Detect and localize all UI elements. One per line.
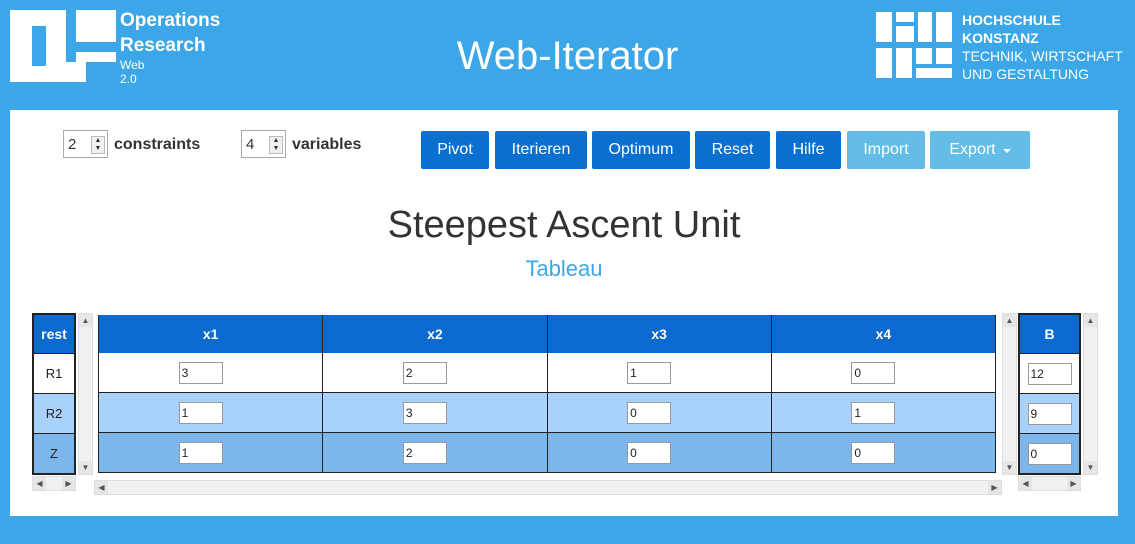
scroll-down-icon[interactable]: ▼ bbox=[1084, 461, 1097, 474]
cell-input[interactable]: 0 bbox=[851, 361, 896, 384]
reset-button[interactable]: Reset bbox=[695, 131, 770, 169]
import-button[interactable]: Import bbox=[847, 131, 925, 169]
table-cell: 0 bbox=[547, 393, 772, 433]
table-cell: 1 bbox=[99, 433, 324, 473]
uni-line-3: TECHNIK, WIRTSCHAFT bbox=[962, 48, 1123, 64]
constraints-spinner[interactable]: 2 ▲ ▼ bbox=[63, 130, 108, 158]
table-cell: 2 bbox=[323, 353, 548, 393]
table-row: 1 2 0 0 bbox=[99, 433, 996, 473]
app-header: Operations Research Web 2.0 Web-Iterator… bbox=[0, 0, 1135, 110]
variables-label: variables bbox=[292, 136, 362, 153]
logo-line-1: Operations bbox=[120, 10, 221, 31]
scroll-down-icon[interactable]: ▼ bbox=[79, 461, 92, 474]
table-cell: 2 bbox=[323, 433, 548, 473]
row-label-column: rest R1 R2 Z bbox=[32, 313, 76, 475]
b-input[interactable]: 12 bbox=[1027, 362, 1072, 385]
cell-input[interactable]: 1 bbox=[178, 441, 223, 464]
uni-line-2: KONSTANZ bbox=[962, 30, 1039, 46]
constraints-label: constraints bbox=[114, 136, 201, 153]
b-input[interactable]: 0 bbox=[1027, 442, 1072, 465]
column-header-x4: x4 bbox=[772, 315, 996, 353]
cell-input[interactable]: 2 bbox=[402, 441, 447, 464]
b-cell: 0 bbox=[1020, 433, 1079, 473]
table-cell: 1 bbox=[771, 393, 996, 433]
b-cell: 12 bbox=[1020, 353, 1079, 393]
uni-line-4: UND GESTALTUNG bbox=[962, 66, 1090, 82]
b-vertical-scrollbar[interactable]: ▲ ▼ bbox=[1083, 313, 1098, 475]
scroll-left-icon[interactable]: ◀ bbox=[1019, 477, 1032, 490]
export-button[interactable]: Export bbox=[930, 131, 1030, 169]
page-subtitle: Tableau bbox=[525, 256, 603, 281]
scroll-right-icon[interactable]: ▶ bbox=[1067, 477, 1080, 490]
page-title: Steepest Ascent Unit bbox=[387, 204, 741, 246]
tableau-grid: x1 x2 x3 x4 3 2 1 0 1 3 0 1 1 2 0 0 bbox=[98, 315, 996, 473]
cell-input[interactable]: 1 bbox=[178, 401, 223, 424]
table-row: 1 3 0 1 bbox=[99, 393, 996, 433]
optimum-button[interactable]: Optimum bbox=[592, 131, 690, 169]
cell-input[interactable]: 3 bbox=[178, 361, 223, 384]
table-header-row: x1 x2 x3 x4 bbox=[99, 315, 996, 353]
scroll-up-icon[interactable]: ▲ bbox=[1003, 314, 1016, 327]
column-header-x1: x1 bbox=[99, 315, 324, 353]
cell-input[interactable]: 2 bbox=[402, 361, 447, 384]
rest-vertical-scrollbar[interactable]: ▲ ▼ bbox=[78, 313, 93, 475]
table-cell: 1 bbox=[99, 393, 324, 433]
caret-down-icon bbox=[1002, 149, 1011, 153]
spinner-arrows-icon[interactable]: ▲ ▼ bbox=[91, 136, 105, 154]
rest-header: rest bbox=[34, 315, 74, 353]
iterieren-button[interactable]: Iterieren bbox=[495, 131, 587, 169]
cell-input[interactable]: 1 bbox=[627, 361, 672, 384]
cell-input[interactable]: 0 bbox=[627, 441, 672, 464]
b-header: B bbox=[1020, 315, 1079, 353]
row-label-r2: R2 bbox=[34, 393, 74, 433]
cell-input[interactable]: 0 bbox=[851, 441, 896, 464]
rest-horizontal-scrollbar[interactable]: ◀ ▶ bbox=[32, 476, 76, 491]
b-input[interactable]: 9 bbox=[1027, 402, 1072, 425]
table-cell: 3 bbox=[323, 393, 548, 433]
cell-input[interactable]: 1 bbox=[851, 401, 896, 424]
table-cell: 3 bbox=[99, 353, 324, 393]
pivot-button[interactable]: Pivot bbox=[421, 131, 489, 169]
table-cell: 1 bbox=[547, 353, 772, 393]
table-cell: 0 bbox=[547, 433, 772, 473]
scroll-left-icon[interactable]: ◀ bbox=[33, 477, 46, 490]
b-column: B 12 9 0 bbox=[1018, 313, 1081, 475]
row-label-z: Z bbox=[34, 433, 74, 473]
b-horizontal-scrollbar[interactable]: ◀ ▶ bbox=[1018, 476, 1081, 491]
column-header-x2: x2 bbox=[323, 315, 548, 353]
table-cell: 0 bbox=[771, 353, 996, 393]
scroll-up-icon[interactable]: ▲ bbox=[1084, 314, 1097, 327]
row-label-r1: R1 bbox=[34, 353, 74, 393]
htwg-logo-icon bbox=[876, 12, 952, 78]
scroll-left-icon[interactable]: ◀ bbox=[95, 481, 108, 494]
grid-horizontal-scrollbar[interactable]: ◀ ▶ bbox=[94, 480, 1002, 495]
variables-value: 4 bbox=[246, 136, 255, 153]
spinner-arrows-icon[interactable]: ▲ ▼ bbox=[269, 136, 283, 154]
hilfe-button[interactable]: Hilfe bbox=[776, 131, 841, 169]
grid-vertical-scrollbar[interactable]: ▲ ▼ bbox=[1002, 313, 1017, 475]
scroll-down-icon[interactable]: ▼ bbox=[1003, 461, 1016, 474]
uni-line-1: HOCHSCHULE bbox=[962, 12, 1061, 28]
table-row: 3 2 1 0 bbox=[99, 353, 996, 393]
column-header-x3: x3 bbox=[548, 315, 772, 353]
cell-input[interactable]: 3 bbox=[402, 401, 447, 424]
table-cell: 0 bbox=[771, 433, 996, 473]
cell-input[interactable]: 0 bbox=[627, 401, 672, 424]
main-panel: 2 ▲ ▼ constraints 4 ▲ ▼ variables Pivot It… bbox=[10, 110, 1118, 516]
export-label: Export bbox=[949, 141, 996, 158]
university-name: HOCHSCHULE KONSTANZ TECHNIK, WIRTSCHAFT … bbox=[962, 11, 1123, 83]
b-cell: 9 bbox=[1020, 393, 1079, 433]
scroll-right-icon[interactable]: ▶ bbox=[62, 477, 75, 490]
scroll-up-icon[interactable]: ▲ bbox=[79, 314, 92, 327]
scroll-right-icon[interactable]: ▶ bbox=[988, 481, 1001, 494]
constraints-value: 2 bbox=[68, 136, 77, 153]
variables-spinner[interactable]: 4 ▲ ▼ bbox=[241, 130, 286, 158]
